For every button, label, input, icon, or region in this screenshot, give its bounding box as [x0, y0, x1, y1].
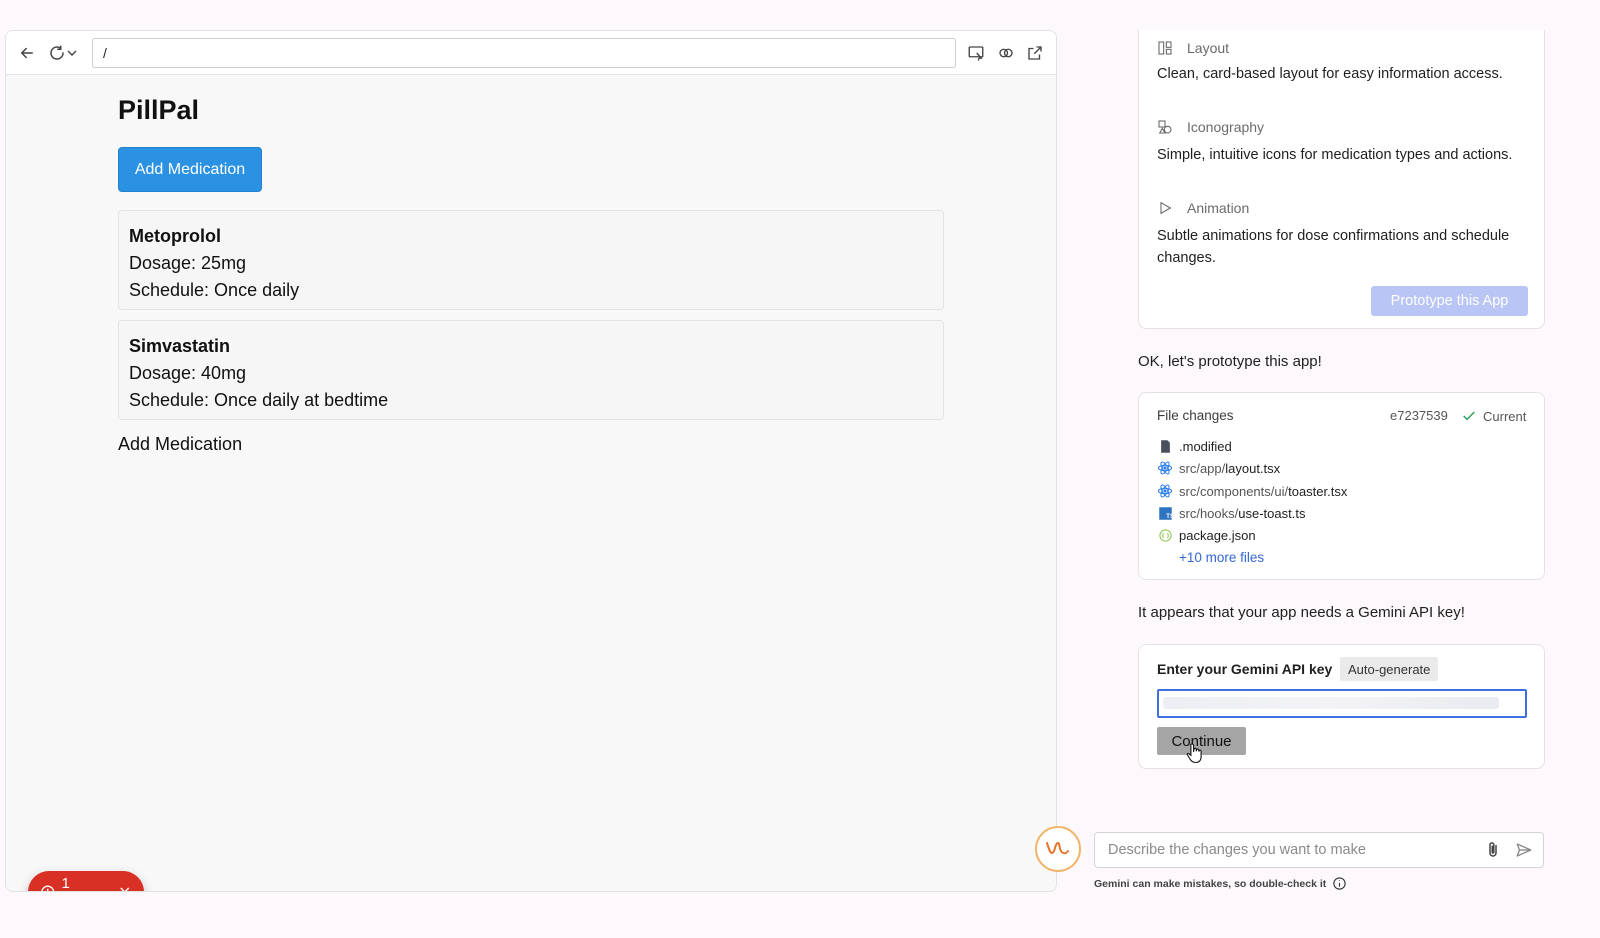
close-icon[interactable]	[118, 885, 132, 892]
info-icon[interactable]	[1332, 876, 1347, 891]
redacted-key-blur	[1163, 697, 1499, 709]
assistant-message: It appears that your app needs a Gemini …	[1138, 604, 1465, 621]
typescript-icon: TS	[1157, 505, 1173, 521]
preview-pane: PillPal Add Medication Metoprolol Dosage…	[5, 30, 1057, 892]
gemini-logo-icon	[1046, 841, 1069, 855]
medication-card[interactable]: Simvastatin Dosage: 40mg Schedule: Once …	[118, 320, 944, 420]
medication-schedule: Schedule: Once daily at bedtime	[129, 390, 389, 410]
medication-name: Simvastatin	[129, 336, 231, 356]
back-button[interactable]	[14, 40, 40, 66]
copy-link-button[interactable]	[993, 40, 1019, 66]
paperclip-icon[interactable]	[1484, 841, 1502, 859]
open-external-button[interactable]	[1022, 40, 1048, 66]
chevron-down-icon	[67, 50, 77, 56]
disclaimer: Gemini can make mistakes, so double-chec…	[1094, 876, 1347, 891]
react-icon	[1157, 460, 1173, 476]
medication-dosage: Dosage: 40mg	[129, 363, 247, 383]
json-icon	[1157, 527, 1173, 543]
check-icon	[1463, 411, 1475, 421]
gemini-avatar	[1035, 826, 1081, 872]
issue-count-label: 1 Issue	[61, 875, 70, 892]
reload-options-button[interactable]	[64, 40, 80, 66]
auto-generate-button[interactable]: Auto-generate	[1340, 657, 1439, 681]
link-icon	[999, 48, 1013, 58]
file-row[interactable]: package.json	[1157, 527, 1256, 543]
section-text: Subtle animations for dose confirmations…	[1157, 228, 1510, 266]
play-icon	[1160, 201, 1172, 215]
prompt-input[interactable]	[1095, 833, 1475, 867]
section-text: Simple, intuitive icons for medication t…	[1157, 147, 1513, 163]
assistant-message: OK, let's prototype this app!	[1138, 353, 1322, 370]
send-icon[interactable]	[1514, 841, 1534, 859]
hand-cursor-icon	[1186, 743, 1202, 764]
screen-cursor-icon	[968, 46, 984, 61]
device-preview-button[interactable]	[963, 40, 989, 66]
file-row[interactable]: src/components/ui/toaster.tsx	[1157, 483, 1347, 499]
svg-text:TS: TS	[1166, 512, 1173, 519]
url-input[interactable]	[92, 38, 956, 68]
api-key-label: Enter your Gemini API key	[1157, 661, 1333, 677]
issue-badge[interactable]: 1 Issue	[28, 871, 144, 892]
section-heading-layout: Layout	[1157, 40, 1229, 56]
medication-schedule: Schedule: Once daily	[129, 280, 300, 300]
prompt-box	[1094, 832, 1544, 868]
react-icon	[1157, 483, 1173, 499]
file-row[interactable]: TS src/hooks/use-toast.ts	[1157, 505, 1305, 521]
prototype-app-button[interactable]: Prototype this App	[1371, 286, 1528, 316]
section-text: Clean, card-based layout for easy inform…	[1157, 66, 1503, 82]
file-row[interactable]: src/app/layout.tsx	[1157, 460, 1280, 476]
version-status: Current	[1461, 408, 1526, 424]
design-guidelines-card: Layout Clean, card-based layout for easy…	[1138, 30, 1545, 329]
shapes-icon	[1158, 120, 1172, 134]
file-changes-title: File changes	[1157, 408, 1234, 423]
file-icon	[1157, 438, 1173, 454]
file-changes-card: File changes e7237539 Current .modified …	[1138, 392, 1545, 580]
commit-hash[interactable]: e7237539	[1390, 408, 1448, 423]
add-medication-heading: Add Medication	[118, 434, 243, 454]
arrow-left-icon	[20, 47, 33, 59]
app-title: PillPal	[118, 95, 200, 125]
section-heading-iconography: Iconography	[1157, 119, 1264, 135]
more-files-link[interactable]: +10 more files	[1179, 550, 1264, 565]
medication-dosage: Dosage: 25mg	[129, 253, 247, 273]
section-heading-animation: Animation	[1157, 200, 1249, 216]
file-row[interactable]: .modified	[1157, 438, 1232, 454]
alert-circle-icon	[41, 885, 55, 891]
preview-toolbar	[6, 31, 1056, 75]
medication-card[interactable]: Metoprolol Dosage: 25mg Schedule: Once d…	[118, 210, 944, 310]
app-content: PillPal Add Medication Metoprolol Dosage…	[6, 75, 1056, 892]
medication-name: Metoprolol	[129, 226, 221, 246]
layout-icon	[1158, 41, 1172, 55]
external-link-icon	[1028, 46, 1042, 60]
chat-pane: Layout Clean, card-based layout for easy…	[1060, 0, 1600, 938]
add-medication-button[interactable]: Add Medication	[118, 147, 262, 192]
